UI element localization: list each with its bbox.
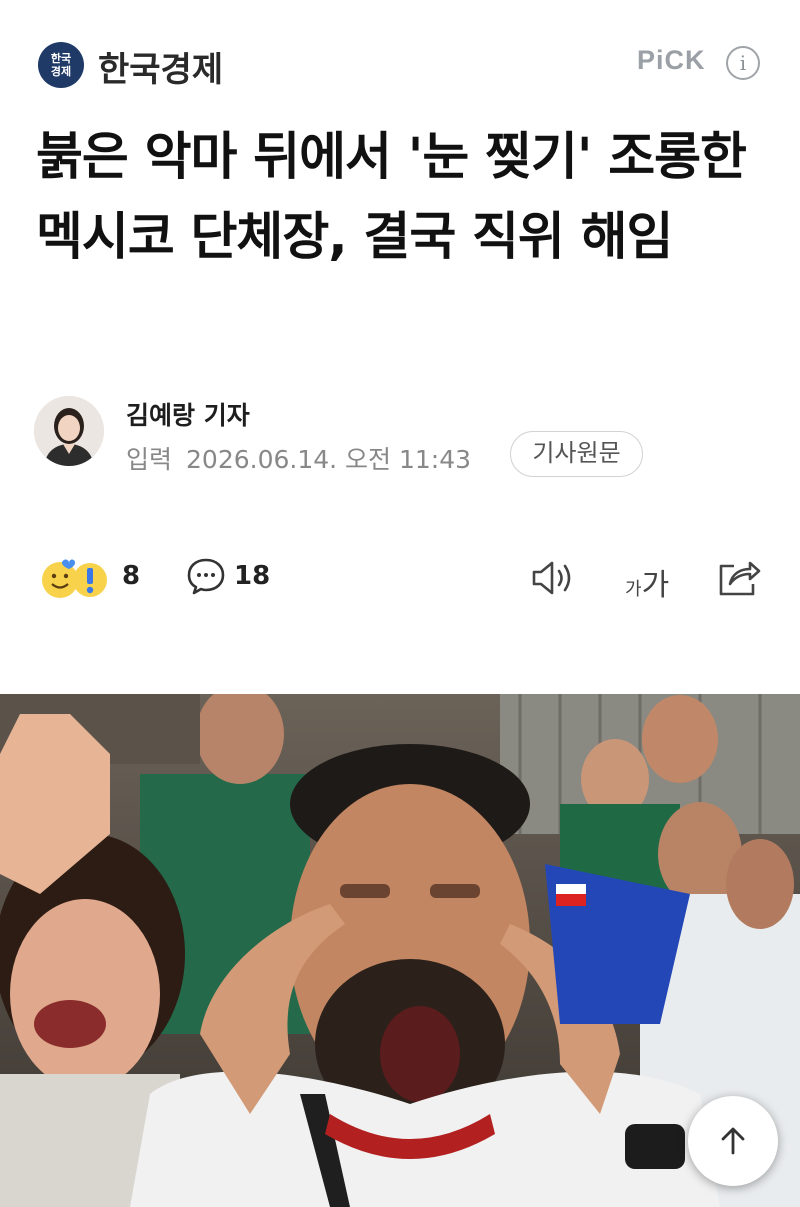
comment-bubble-icon[interactable]	[186, 557, 226, 595]
scroll-to-top-button[interactable]	[688, 1096, 778, 1186]
share-icon[interactable]	[716, 556, 762, 598]
press-name[interactable]: 한국경제	[98, 42, 223, 91]
article-photo[interactable]	[0, 694, 800, 1207]
reporter-name[interactable]: 김예랑 기자	[126, 396, 250, 432]
arrow-up-icon	[721, 1127, 745, 1155]
emoji-reaction-icon[interactable]	[40, 556, 110, 600]
article-header: 한국 경제 한국경제 PiCK i	[0, 0, 800, 120]
article-title: 붉은 악마 뒤에서 '눈 찢기' 조롱한 멕시코 단체장, 결국 직위 해임	[36, 128, 747, 267]
press-logo-text: 한국 경제	[50, 52, 72, 78]
reporter-avatar[interactable]	[34, 396, 104, 466]
speaker-icon[interactable]	[530, 558, 576, 598]
reaction-count: 8	[122, 561, 141, 591]
original-article-button[interactable]: 기사원문	[510, 431, 643, 477]
font-size-button[interactable]: 가가	[625, 560, 669, 604]
date-label: 입력	[126, 445, 173, 474]
font-large-label: 가	[641, 568, 670, 603]
press-logo[interactable]: 한국 경제	[38, 42, 84, 88]
pick-badge: PiCK	[637, 45, 706, 75]
article-date: 입력 2026.06.14. 오전 11:43	[126, 440, 471, 476]
comment-count: 18	[234, 561, 271, 591]
reporter-photo-icon	[34, 396, 104, 466]
info-icon[interactable]: i	[726, 46, 760, 80]
date-value: 2026.06.14. 오전 11:43	[186, 445, 472, 474]
stadium-fans-photo	[0, 694, 800, 1207]
font-small-label: 가	[625, 579, 642, 600]
